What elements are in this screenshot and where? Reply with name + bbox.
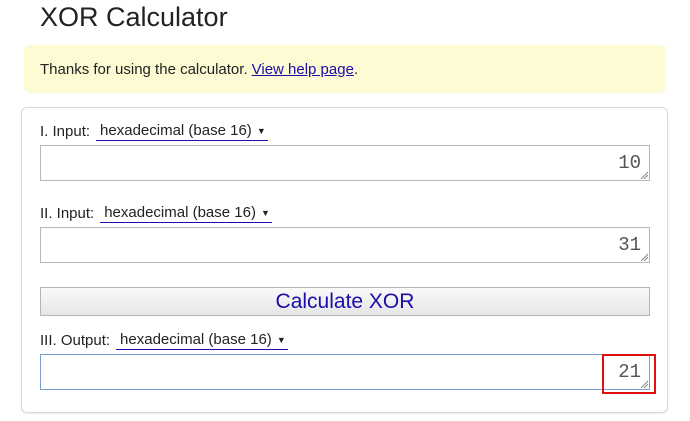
resize-grip-icon[interactable]	[640, 253, 648, 261]
input-1-label: I. Input:	[40, 122, 91, 140]
notice-text: Thanks for using the calculator.	[40, 60, 248, 78]
caret-down-icon: ▼	[256, 125, 266, 136]
caret-down-icon: ▼	[276, 334, 286, 345]
input-2-base-value: hexadecimal (base 16)	[104, 204, 256, 221]
input-2-value: 31	[618, 234, 641, 256]
input-2-base-select[interactable]: hexadecimal (base 16) ▼	[100, 203, 272, 223]
input-2-label-row: II. Input: hexadecimal (base 16) ▼	[40, 203, 272, 223]
input-1-base-value: hexadecimal (base 16)	[100, 122, 252, 139]
input-1-field[interactable]: 10	[40, 145, 650, 181]
output-base-value: hexadecimal (base 16)	[120, 331, 272, 348]
caret-down-icon: ▼	[260, 207, 270, 218]
input-1-value: 10	[618, 152, 641, 174]
input-1-label-row: I. Input: hexadecimal (base 16) ▼	[40, 121, 268, 141]
calculate-xor-button[interactable]: Calculate XOR	[40, 287, 650, 316]
resize-grip-icon[interactable]	[640, 171, 648, 179]
page-title: XOR Calculator	[40, 2, 228, 32]
output-highlight-box	[602, 354, 656, 394]
input-2-field[interactable]: 31	[40, 227, 650, 263]
input-1-base-select[interactable]: hexadecimal (base 16) ▼	[96, 121, 268, 141]
output-label: III. Output:	[40, 331, 111, 349]
view-help-link[interactable]: View help page	[252, 61, 354, 78]
output-label-row: III. Output: hexadecimal (base 16) ▼	[40, 330, 288, 350]
output-base-select[interactable]: hexadecimal (base 16) ▼	[116, 330, 288, 350]
input-2-label: II. Input:	[40, 204, 95, 222]
notice-period: .	[353, 60, 359, 78]
notice-banner: Thanks for using the calculator. View he…	[24, 45, 666, 93]
output-field[interactable]: 21	[40, 354, 650, 390]
